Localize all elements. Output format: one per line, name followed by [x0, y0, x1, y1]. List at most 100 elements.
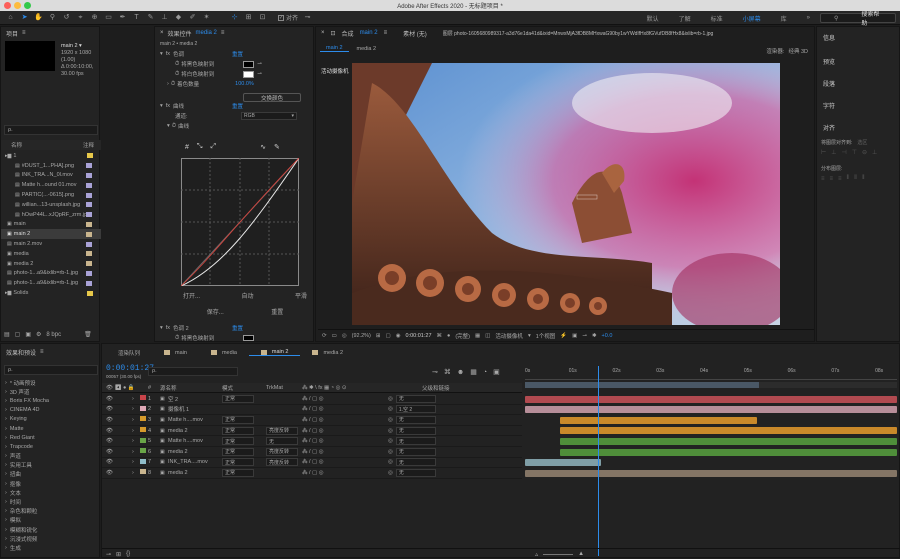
effect-category-item[interactable]: › 文本 — [1, 488, 101, 497]
layer-name[interactable]: Matte h....mov — [168, 417, 222, 423]
label-color-swatch[interactable] — [85, 231, 92, 237]
visibility-eye-icon[interactable]: 👁 — [102, 428, 132, 434]
clone-stamp-tool-icon[interactable]: ⊥ — [160, 13, 169, 22]
comp-flowchart-icon[interactable]: ⊸ — [432, 368, 438, 376]
track-matte-select[interactable]: 亮度反转 — [266, 458, 298, 467]
layer-duration-bar[interactable] — [560, 448, 897, 456]
expand-arrow-icon[interactable]: › — [5, 435, 7, 441]
layer-label-color[interactable] — [140, 437, 146, 443]
draft-3d-icon[interactable]: ⌘ — [444, 368, 451, 376]
expand-arrow-icon[interactable]: › — [5, 471, 7, 477]
zoom-out-icon[interactable]: ▵ — [535, 551, 538, 558]
timeline-tab[interactable]: media 2 — [300, 350, 355, 356]
camera-tool-icon[interactable]: ⌖ — [76, 13, 85, 22]
expand-arrow-icon[interactable]: › — [5, 499, 7, 505]
snap-toggle[interactable]: ✓ 对齐 — [278, 13, 298, 22]
camera-view-select[interactable]: 活动摄像机 — [495, 332, 523, 340]
resize-icon[interactable]: ⤡ — [197, 143, 203, 151]
snapshot-icon[interactable]: ⌘ — [437, 333, 443, 339]
label-color-swatch[interactable] — [85, 221, 92, 227]
effect-category-item[interactable]: › 声道 — [1, 452, 101, 461]
comp-view-tab-main2[interactable]: main 2 — [320, 45, 349, 52]
distribute-top-icon[interactable]: ≡ — [821, 176, 825, 182]
effects-presets-tab[interactable]: 效果和预设 ≡ — [1, 344, 99, 360]
flowchart-icon[interactable]: ⊸ — [582, 333, 587, 339]
save-button[interactable]: 保存... — [207, 307, 224, 316]
expand-arrow-icon[interactable]: › — [5, 426, 7, 432]
comp-timecode[interactable]: 0:00:01:27 — [406, 333, 432, 339]
expand-arrow-icon[interactable]: › — [5, 527, 7, 533]
expand-arrow-icon[interactable]: › — [5, 545, 7, 551]
layer-switches[interactable]: ⁂ / ▢ ◎ — [302, 470, 388, 476]
timeline-search-input[interactable]: ρ. — [148, 367, 238, 376]
project-tab[interactable]: 项目 ≡ — [1, 27, 99, 39]
comp-view-tab-media2[interactable]: media 2 — [357, 46, 377, 52]
stopwatch-icon[interactable]: ⏱ — [172, 123, 176, 130]
layer-row[interactable]: 👁 › 6 ▣ media 2 正常 亮度反转 ⁂ / ▢ ◎ ◎ 无 — [102, 447, 522, 458]
close-window-button[interactable] — [4, 2, 11, 9]
pen-tool-icon[interactable]: ✒ — [118, 13, 127, 22]
open-button[interactable]: 打开... — [183, 291, 200, 300]
workspace-learn[interactable]: 了解 — [669, 14, 701, 23]
paragraph-panel[interactable]: 段落 — [823, 79, 835, 88]
eraser-tool-icon[interactable]: ◆ — [174, 13, 183, 22]
layer-row[interactable]: 👁 › 7 ▣ INK_TRA....mov 正常 亮度反转 ⁂ / ▢ ◎ ◎ 无 — [102, 458, 522, 469]
label-color-swatch[interactable] — [85, 202, 92, 208]
label-color-swatch[interactable] — [85, 182, 92, 188]
pick-whip-icon[interactable]: ◎ — [388, 449, 393, 455]
pick-whip-icon[interactable]: ◎ — [388, 428, 393, 434]
label-color-swatch[interactable] — [85, 163, 92, 169]
maximize-window-button[interactable] — [24, 2, 31, 9]
zoom-in-icon[interactable]: ▲ — [578, 551, 584, 557]
pick-whip-icon[interactable]: ◎ — [388, 406, 393, 412]
mask-visibility-icon[interactable]: ▭ — [332, 333, 337, 339]
distribute-left-icon[interactable]: ⦀ — [847, 175, 850, 182]
visibility-eye-icon[interactable]: 👁 — [102, 406, 132, 412]
effect-category-item[interactable]: › Red Giant — [1, 433, 101, 442]
track-matte-select[interactable]: 亮度反转 — [266, 426, 298, 435]
layer-row[interactable]: 👁 › 5 ▣ Matte h....mov 正常无 ⁂ / ▢ ◎ ◎ 无 — [102, 436, 522, 447]
parent-select[interactable]: 无 — [395, 447, 436, 456]
effect-category-item[interactable]: › 3D 声道 — [1, 387, 101, 396]
col-name-header[interactable]: 名称 — [11, 141, 83, 149]
workspace-standard[interactable]: 标准 — [701, 14, 733, 23]
expand-arrow-icon[interactable]: ▾ — [167, 123, 170, 129]
project-item[interactable]: ▣ main — [1, 220, 101, 230]
minimize-window-button[interactable] — [14, 2, 21, 9]
timeline-timecode[interactable]: 0:00:01:27 — [106, 364, 154, 373]
effect-tint2-reset[interactable]: 重置 — [232, 324, 243, 332]
timeline-tab[interactable]: 渲染队列 — [106, 349, 152, 357]
zoom-tool-icon[interactable]: ⚲ — [48, 13, 57, 22]
align-to-select[interactable]: 选区 — [857, 139, 867, 146]
layer-duration-bar[interactable] — [525, 459, 602, 467]
layer-duration-bar[interactable] — [525, 395, 897, 403]
renderer-value[interactable]: 经典 3D — [788, 47, 808, 55]
visibility-eye-icon[interactable]: 👁 — [102, 417, 132, 423]
expand-arrow-icon[interactable]: › — [5, 380, 7, 386]
effect-tint-reset[interactable]: 重置 — [232, 50, 243, 58]
expand-arrow-icon[interactable]: ▾ — [160, 103, 163, 109]
info-panel[interactable]: 信息 — [823, 33, 835, 42]
layer-duration-bar[interactable] — [525, 406, 897, 414]
effect-category-item[interactable]: › Trapcode — [1, 442, 101, 451]
layer-switches[interactable]: ⁂ / ▢ ◎ — [302, 406, 388, 412]
view-axis-icon[interactable]: ⊡ — [258, 13, 267, 22]
expand-arrow-icon[interactable]: › — [5, 508, 7, 514]
help-search-field[interactable]: ⚲ 搜索帮助 — [820, 12, 896, 27]
transparency-grid-icon[interactable]: ▦ — [475, 333, 480, 339]
layer-name[interactable]: 摄像机 1 — [168, 405, 222, 413]
stopwatch-icon[interactable]: ⏱ — [171, 81, 175, 88]
home-icon[interactable]: ⌂ — [6, 13, 15, 22]
view-layout-select[interactable]: 1个视图 — [536, 332, 556, 340]
parent-header[interactable]: 父级和链接 — [422, 384, 450, 392]
mode-header[interactable]: 模式 — [222, 384, 266, 392]
parent-select[interactable]: 1.空 2 — [395, 405, 436, 414]
align-right-icon[interactable]: ⊣ — [841, 149, 846, 156]
parent-select[interactable]: 无 — [395, 426, 436, 435]
pick-whip-icon[interactable]: ◎ — [388, 396, 393, 402]
expand-arrow-icon[interactable]: › — [5, 517, 7, 523]
layer-label-color[interactable] — [140, 469, 146, 475]
project-item[interactable]: ▤ hOwP44L..xJQpRF_zrm.jpg — [1, 210, 101, 220]
layer-duration-bar[interactable] — [560, 427, 897, 435]
expand-arrow-icon[interactable]: › — [5, 453, 7, 459]
